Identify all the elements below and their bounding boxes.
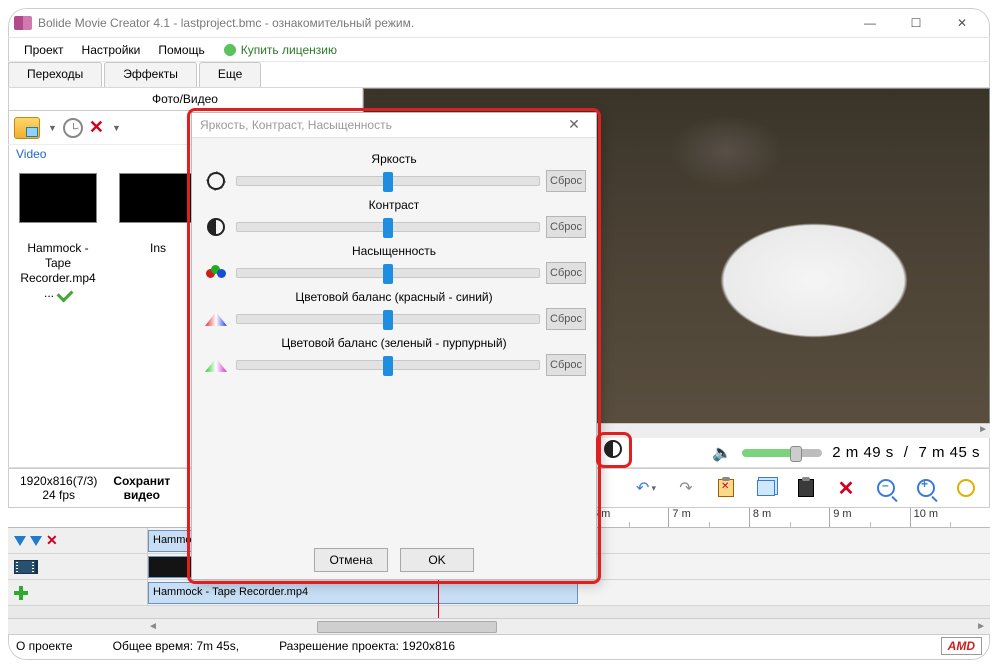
ruler-mark: 8 m bbox=[749, 508, 829, 527]
ruler-mark: 7 m bbox=[668, 508, 748, 527]
check-icon bbox=[57, 285, 74, 302]
film-icon bbox=[14, 560, 36, 574]
dialog-ok-button[interactable]: OK bbox=[400, 548, 474, 572]
paste-button[interactable] bbox=[794, 476, 818, 500]
clip-label: Hammock - Tape Recorder.mp4 ... bbox=[18, 241, 98, 301]
remove-media-button[interactable]: ✕ bbox=[89, 117, 104, 138]
slider-label-cb-gm: Цветовой баланс (зеленый - пурпурный) bbox=[202, 336, 586, 350]
volume-icon[interactable]: 🔈 bbox=[712, 443, 732, 463]
contrast-reset-button[interactable]: Сброс bbox=[546, 216, 586, 238]
subtab-photo-video[interactable]: Фото/Видео bbox=[8, 88, 362, 111]
open-folder-icon[interactable] bbox=[14, 117, 40, 139]
amd-badge: AMD bbox=[941, 637, 982, 655]
tab-more[interactable]: Еще bbox=[199, 62, 261, 87]
saturation-slider[interactable] bbox=[236, 268, 540, 278]
ruler-mark: 9 m bbox=[829, 508, 909, 527]
menu-settings[interactable]: Настройки bbox=[74, 41, 149, 59]
scrollbar-thumb[interactable] bbox=[317, 621, 497, 633]
green-magenta-slider[interactable] bbox=[236, 360, 540, 370]
app-logo-icon bbox=[14, 16, 32, 30]
ruler-mark: 10 m bbox=[910, 508, 990, 527]
maximize-button[interactable]: ☐ bbox=[894, 9, 938, 37]
tab-effects[interactable]: Эффекты bbox=[104, 62, 197, 87]
time-total: 7 m 45 s bbox=[918, 444, 980, 461]
contrast-icon bbox=[207, 218, 225, 236]
status-resolution: Разрешение проекта: 1920x816 bbox=[279, 639, 455, 653]
brightness-dialog: Яркость, Контраст, Насыщенность ✕ Яркост… bbox=[191, 112, 597, 580]
red-blue-slider[interactable] bbox=[236, 314, 540, 324]
status-total-time: Общее время: 7m 45s, bbox=[113, 639, 239, 653]
saturation-icon bbox=[206, 265, 226, 281]
audio-track[interactable]: Hammock - Tape Recorder.mp4 bbox=[8, 580, 990, 606]
ruler-mark: 6 m bbox=[588, 508, 668, 527]
menu-help[interactable]: Помощь bbox=[150, 41, 212, 59]
slider-label-contrast: Контраст bbox=[202, 198, 586, 212]
dialog-titlebar[interactable]: Яркость, Контраст, Насыщенность ✕ bbox=[192, 113, 596, 138]
copy-button[interactable] bbox=[754, 476, 778, 500]
slider-label-cb-rb: Цветовой баланс (красный - синий) bbox=[202, 290, 586, 304]
buy-label: Купить лицензию bbox=[241, 43, 337, 57]
red-blue-icon bbox=[205, 312, 227, 326]
time-current: 2 m 49 s bbox=[832, 444, 894, 461]
clipboard-cut-button[interactable] bbox=[714, 476, 738, 500]
undo-button[interactable]: ↶▾ bbox=[634, 476, 658, 500]
window-titlebar: Bolide Movie Creator 4.1 - lastproject.b… bbox=[8, 8, 990, 38]
saturation-reset-button[interactable]: Сброс bbox=[546, 262, 586, 284]
track-delete-icon[interactable]: ✕ bbox=[46, 532, 58, 549]
timeline-audio-clip[interactable]: Hammock - Tape Recorder.mp4 bbox=[148, 582, 578, 604]
contrast-slider[interactable] bbox=[236, 222, 540, 232]
slider-label-saturation: Насыщенность bbox=[202, 244, 586, 258]
status-about[interactable]: О проекте bbox=[16, 639, 73, 653]
dialog-cancel-button[interactable]: Отмена bbox=[314, 548, 388, 572]
clip-thumbnail bbox=[19, 173, 97, 223]
green-magenta-icon bbox=[205, 358, 227, 372]
window-title: Bolide Movie Creator 4.1 - lastproject.b… bbox=[38, 16, 848, 30]
dialog-close-button[interactable]: ✕ bbox=[560, 116, 588, 133]
track-marker-in-icon[interactable] bbox=[14, 536, 26, 546]
clip-label: Ins bbox=[150, 241, 166, 256]
green-magenta-reset-button[interactable]: Сброс bbox=[546, 354, 586, 376]
statusbar: О проекте Общее время: 7m 45s, Разрешени… bbox=[8, 634, 990, 656]
track-marker-out-icon[interactable] bbox=[30, 536, 42, 546]
clip-thumbnail bbox=[119, 173, 197, 223]
menubar: Проект Настройки Помощь Купить лицензию bbox=[8, 38, 990, 62]
dialog-title-text: Яркость, Контраст, Насыщенность bbox=[200, 118, 392, 132]
menu-buy-license[interactable]: Купить лицензию bbox=[215, 41, 345, 59]
brightness-contrast-button[interactable] bbox=[604, 440, 622, 458]
save-video-button[interactable]: Сохранит видео bbox=[109, 474, 174, 502]
coin-icon bbox=[223, 43, 237, 57]
slider-label-brightness: Яркость bbox=[202, 152, 586, 166]
red-blue-reset-button[interactable]: Сброс bbox=[546, 308, 586, 330]
remove-dropdown-arrow-icon[interactable]: ▼ bbox=[112, 123, 121, 133]
brightness-icon bbox=[207, 172, 225, 190]
redo-button[interactable]: ↷ bbox=[674, 476, 698, 500]
brightness-slider[interactable] bbox=[236, 176, 540, 186]
menu-project[interactable]: Проект bbox=[16, 41, 72, 59]
folder-dropdown-arrow-icon[interactable]: ▼ bbox=[48, 123, 57, 133]
time-sep: / bbox=[904, 444, 909, 461]
zoom-in-button[interactable] bbox=[914, 476, 938, 500]
delete-button[interactable]: ✕ bbox=[834, 476, 858, 500]
brightness-reset-button[interactable]: Сброс bbox=[546, 170, 586, 192]
minimize-button[interactable]: — bbox=[848, 9, 892, 37]
zoom-out-button[interactable] bbox=[874, 476, 898, 500]
smiley-button[interactable] bbox=[954, 476, 978, 500]
project-resolution-info: 1920x816(7/3) 24 fps bbox=[8, 474, 109, 503]
media-clip[interactable]: Ins bbox=[118, 173, 198, 301]
category-tabs: Переходы Эффекты Еще bbox=[8, 62, 990, 88]
volume-slider[interactable] bbox=[742, 449, 822, 457]
close-button[interactable]: ✕ bbox=[940, 9, 984, 37]
tab-transitions[interactable]: Переходы bbox=[8, 62, 102, 87]
recent-icon[interactable] bbox=[63, 118, 83, 138]
timeline-h-scrollbar[interactable] bbox=[8, 618, 990, 634]
add-track-icon[interactable] bbox=[14, 586, 28, 600]
media-clip[interactable]: Hammock - Tape Recorder.mp4 ... bbox=[18, 173, 98, 301]
